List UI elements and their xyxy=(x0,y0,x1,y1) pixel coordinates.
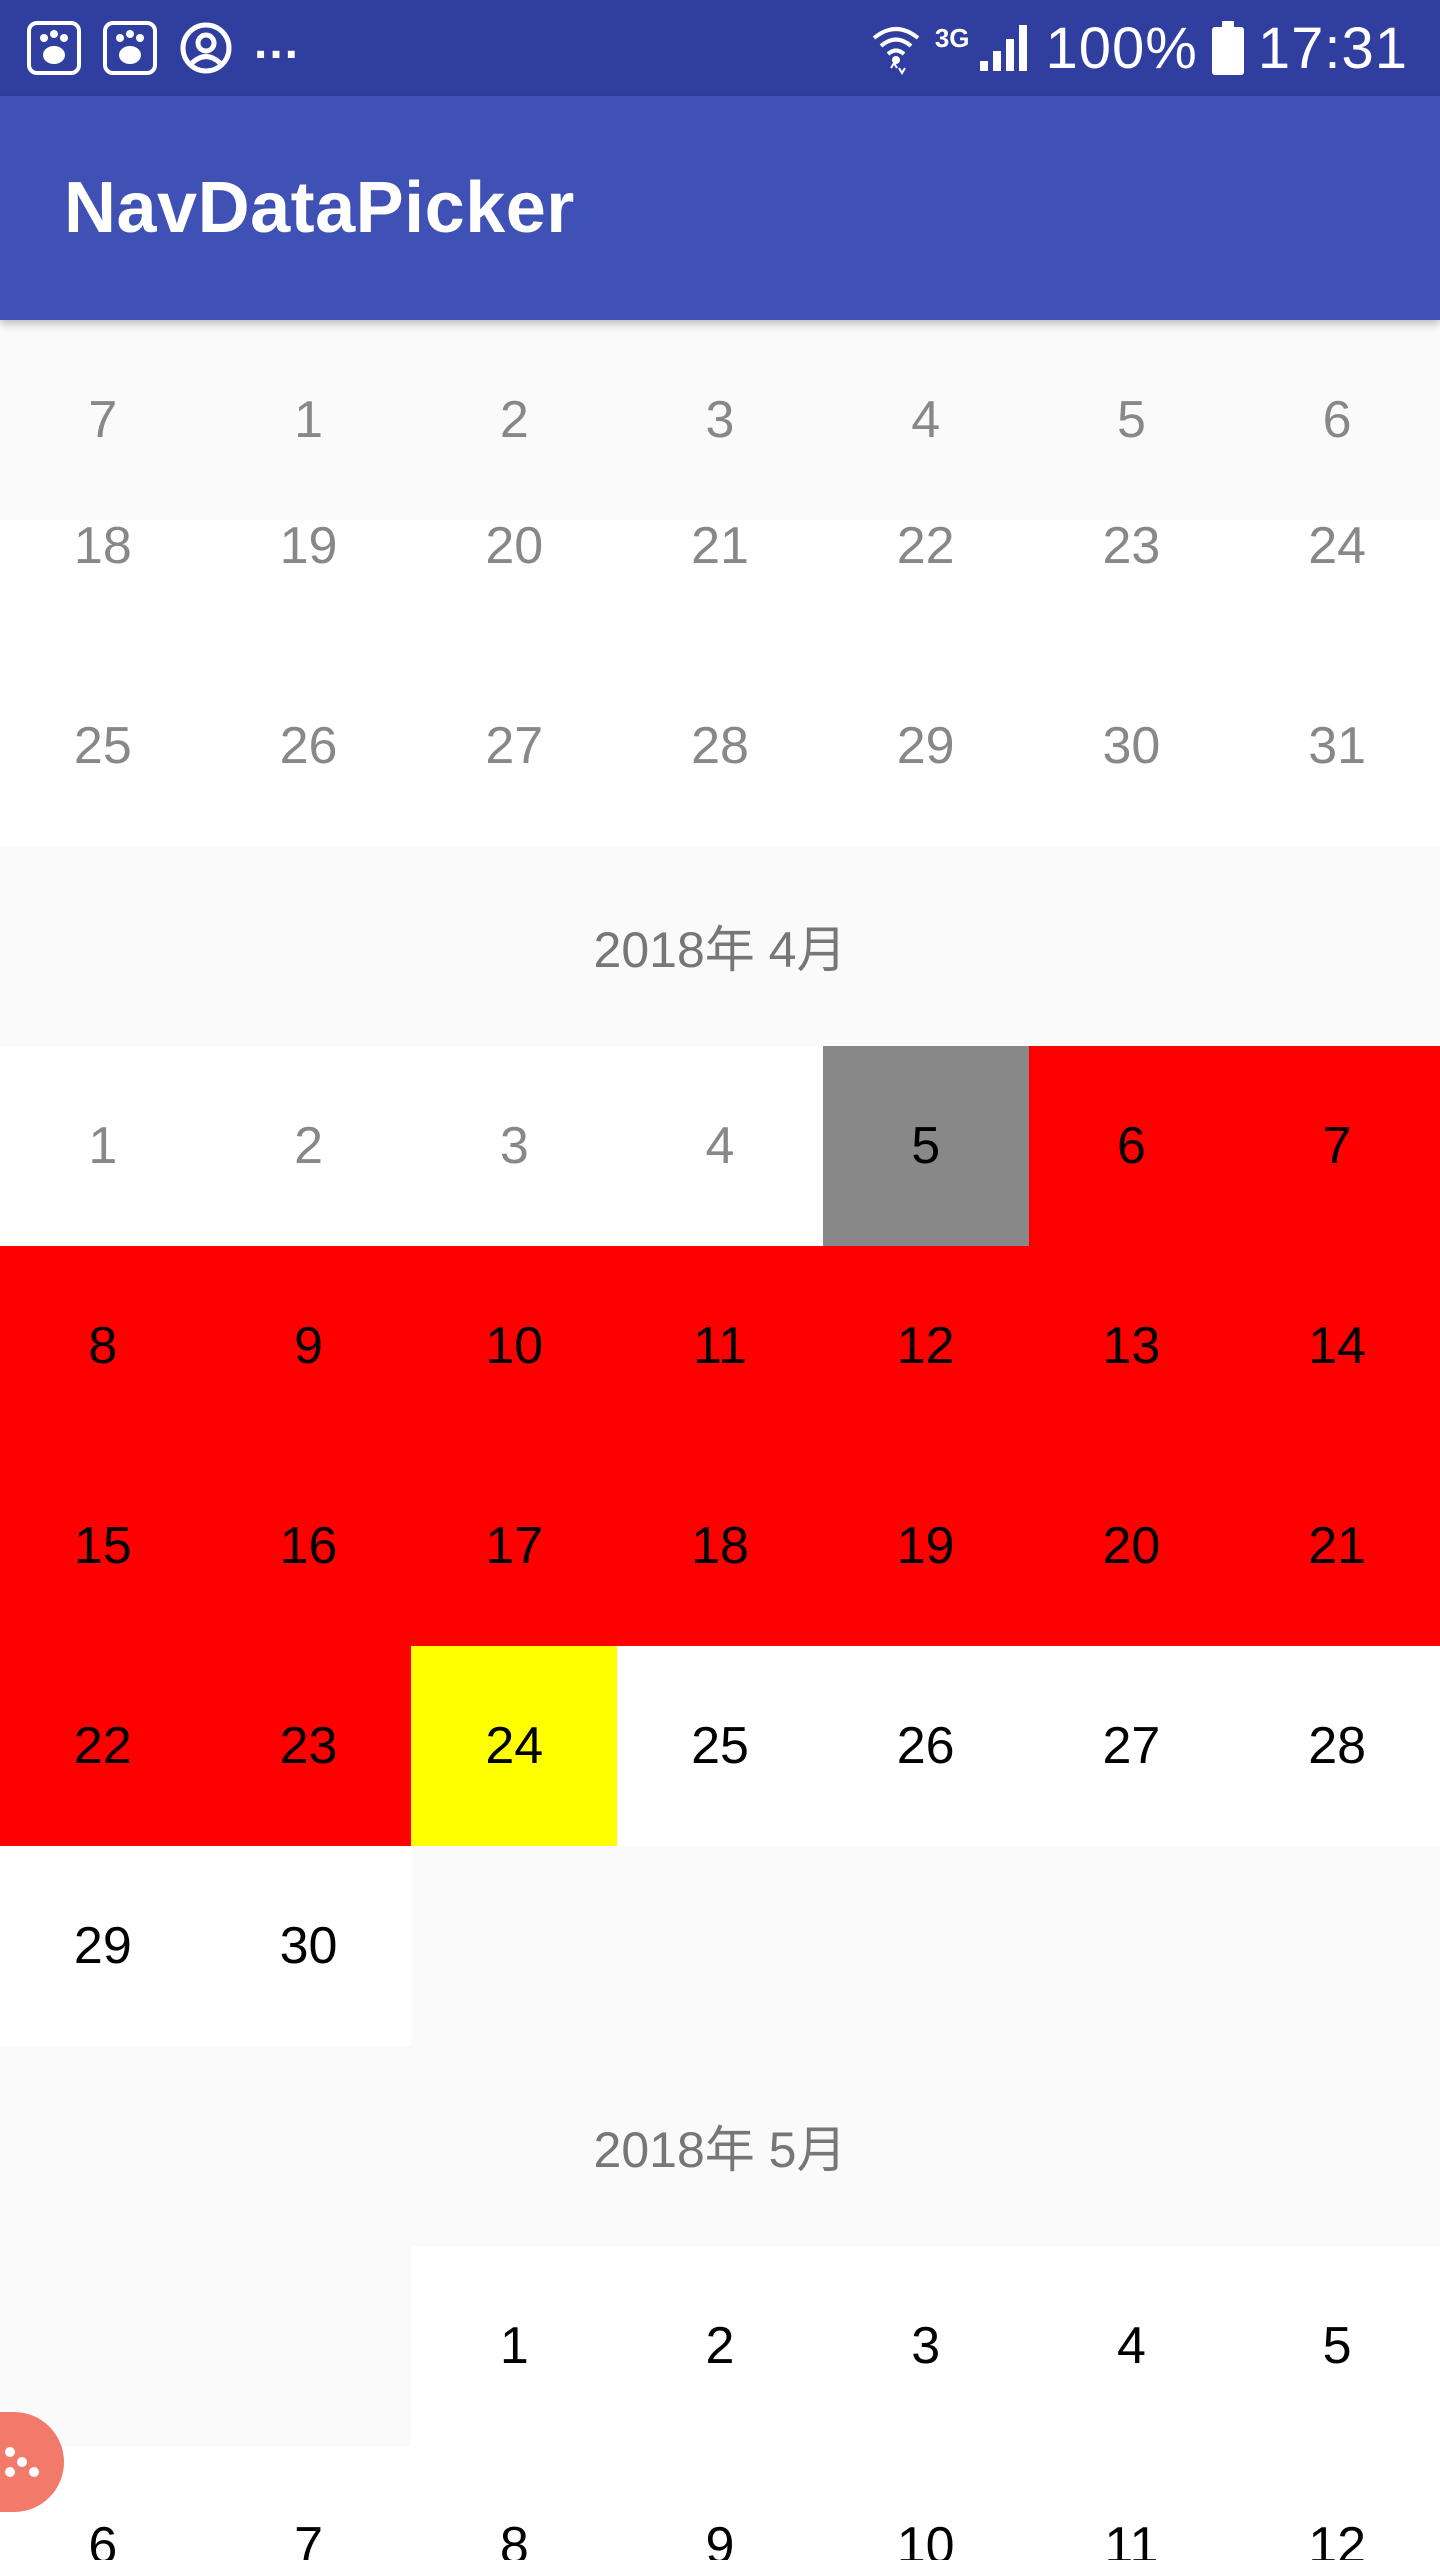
day-cell-in-range[interactable]: 12 xyxy=(822,1246,1029,1446)
network-type-badge: 3G xyxy=(934,22,970,53)
day-cell[interactable]: 28 xyxy=(1234,1646,1440,1846)
day-cell[interactable]: 10 xyxy=(822,2446,1029,2560)
day-cell-in-range[interactable]: 17 xyxy=(411,1446,618,1646)
day-cell-in-range[interactable]: 18 xyxy=(617,1446,823,1646)
week-row: 6 7 8 9 10 11 12 xyxy=(0,2446,1440,2560)
battery-icon xyxy=(1211,21,1244,75)
day-cell-in-range[interactable]: 10 xyxy=(411,1246,618,1446)
day-cell[interactable]: 23 xyxy=(1028,520,1235,646)
day-cell[interactable]: 8 xyxy=(411,2446,618,2560)
day-cell-in-range[interactable]: 13 xyxy=(1028,1246,1235,1446)
day-cell-in-range[interactable]: 15 xyxy=(0,1446,206,1646)
day-cell[interactable]: 27 xyxy=(411,646,618,846)
day-cell[interactable]: 5 xyxy=(1234,2246,1440,2446)
day-cell[interactable]: 29 xyxy=(0,1846,206,2046)
day-cell[interactable]: 21 xyxy=(617,520,823,646)
day-cell-in-range[interactable]: 23 xyxy=(205,1646,412,1846)
battery-percent: 100% xyxy=(1045,15,1198,81)
day-cell[interactable]: 3 xyxy=(411,1046,618,1246)
weekday-label: 2 xyxy=(499,391,529,449)
day-cell[interactable]: 30 xyxy=(1028,646,1235,846)
weekday-label: 6 xyxy=(1322,391,1352,449)
day-cell[interactable]: 2 xyxy=(617,2246,823,2446)
more-notifications: ... xyxy=(254,15,301,69)
day-cell-in-range[interactable]: 9 xyxy=(205,1246,412,1446)
month-header-april: 2018年 4月 xyxy=(0,846,1440,1046)
weekday-label: 7 xyxy=(88,391,118,449)
day-cell[interactable]: 1 xyxy=(0,1046,206,1246)
day-cell[interactable]: 20 xyxy=(411,520,618,646)
day-cell-in-range[interactable]: 7 xyxy=(1234,1046,1440,1246)
weekday-label: 4 xyxy=(911,391,941,449)
clock: 17:31 xyxy=(1257,15,1408,81)
week-row: 1 2 3 4 5 xyxy=(0,2246,1440,2446)
day-cell[interactable]: 25 xyxy=(617,1646,823,1846)
week-row: 18 19 20 21 22 23 24 xyxy=(0,520,1440,646)
signal-icon xyxy=(979,25,1027,71)
week-row: 29 30 xyxy=(0,1846,1440,2046)
account-circle-icon xyxy=(180,22,232,74)
day-cell[interactable]: 11 xyxy=(1028,2446,1235,2560)
day-cell[interactable]: 22 xyxy=(822,520,1029,646)
weekday-label: 1 xyxy=(294,391,324,449)
day-cell-in-range[interactable]: 16 xyxy=(205,1446,412,1646)
day-cell[interactable]: 4 xyxy=(617,1046,823,1246)
day-cell[interactable]: 9 xyxy=(617,2446,823,2560)
day-cell[interactable]: 26 xyxy=(205,646,412,846)
day-cell-in-range[interactable]: 6 xyxy=(1028,1046,1235,1246)
day-cell[interactable]: 1 xyxy=(411,2246,618,2446)
weekday-label: 3 xyxy=(705,391,735,449)
status-bar: ... 3G 100% 17:31 xyxy=(0,0,1440,96)
app-bar: NavDataPicker xyxy=(0,96,1440,320)
day-cell-in-range[interactable]: 14 xyxy=(1234,1246,1440,1446)
week-row: 8 9 10 11 12 13 14 xyxy=(0,1246,1440,1446)
day-cell-today[interactable]: 5 xyxy=(822,1046,1029,1246)
day-cell-range-end[interactable]: 24 xyxy=(411,1646,618,1846)
day-cell-in-range[interactable]: 19 xyxy=(822,1446,1029,1646)
day-cell[interactable]: 2 xyxy=(205,1046,412,1246)
day-cell[interactable]: 7 xyxy=(205,2446,412,2560)
day-cell-in-range[interactable]: 20 xyxy=(1028,1446,1235,1646)
day-cell[interactable]: 18 xyxy=(0,520,206,646)
day-cell[interactable]: 4 xyxy=(1028,2246,1235,2446)
week-row: 22 23 24 25 26 27 28 xyxy=(0,1646,1440,1846)
game-controller-icon xyxy=(5,2447,39,2477)
wifi-icon xyxy=(872,27,920,75)
day-cell[interactable]: 19 xyxy=(205,520,412,646)
weekday-header: 7 1 2 3 4 5 6 xyxy=(0,320,1440,520)
day-cell-in-range[interactable]: 21 xyxy=(1234,1446,1440,1646)
day-cell[interactable]: 27 xyxy=(1028,1646,1235,1846)
day-cell[interactable]: 28 xyxy=(617,646,823,846)
week-row: 15 16 17 18 19 20 21 xyxy=(0,1446,1440,1646)
week-row: 25 26 27 28 29 30 31 xyxy=(0,646,1440,846)
month-header-may: 2018年 5月 xyxy=(0,2046,1440,2246)
app-title: NavDataPicker xyxy=(64,168,575,248)
day-cell[interactable]: 12 xyxy=(1234,2446,1440,2560)
week-row: 1 2 3 4 5 6 7 xyxy=(0,1046,1440,1246)
day-cell[interactable]: 25 xyxy=(0,646,206,846)
day-cell[interactable]: 24 xyxy=(1234,520,1440,646)
day-cell[interactable]: 29 xyxy=(822,646,1029,846)
baidu-app-icon xyxy=(27,21,81,75)
day-cell-in-range[interactable]: 8 xyxy=(0,1246,206,1446)
calendar-list[interactable]: 7 1 2 3 4 5 6 18 19 20 21 22 23 24 25 26… xyxy=(0,320,1440,2560)
baidu-app-icon xyxy=(103,21,157,75)
day-cell[interactable]: 3 xyxy=(822,2246,1029,2446)
day-cell[interactable]: 26 xyxy=(822,1646,1029,1846)
day-cell[interactable]: 31 xyxy=(1234,646,1440,846)
day-cell[interactable]: 30 xyxy=(205,1846,412,2046)
weekday-label: 5 xyxy=(1116,391,1146,449)
day-cell-in-range[interactable]: 11 xyxy=(617,1246,823,1446)
day-cell-in-range[interactable]: 22 xyxy=(0,1646,206,1846)
